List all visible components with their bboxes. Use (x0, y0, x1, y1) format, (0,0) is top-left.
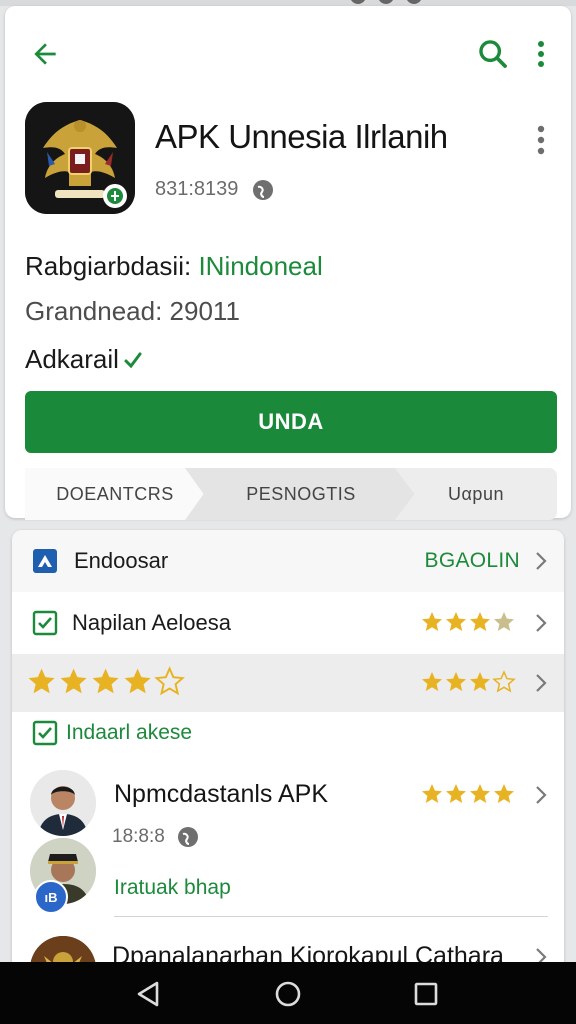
checkbox-icon (32, 610, 58, 636)
globe-icon (177, 827, 198, 847)
list-row-right-label: BGAOLIN (424, 549, 520, 572)
tab-details[interactable]: DOEANTCRS (25, 468, 205, 520)
list-row-napilan[interactable]: Napilan Aeloesa (12, 592, 564, 654)
user-badge: ıB (34, 880, 68, 914)
chevron-right-icon (536, 614, 547, 632)
list-row-label: Endoosar (74, 548, 169, 573)
size-line: Grandnead: 29011 (25, 296, 240, 326)
tab-permissions[interactable]: PESNOGTIS (185, 468, 417, 520)
nav-recents-icon (414, 982, 438, 1006)
developer-label: Rabgiarbdasii: (25, 251, 199, 281)
app-title: APK Unnesia Ilrlanih (155, 118, 448, 155)
developer-line: Rabgiarbdasii: INindoneal (25, 251, 323, 282)
arrow-back-icon (34, 43, 56, 65)
status-icons (350, 0, 422, 4)
list-row-endoosar[interactable]: Endoosar BGAOLIN (12, 530, 564, 592)
search-button[interactable] (473, 34, 513, 74)
nav-home-icon (275, 981, 301, 1007)
avatar[interactable] (30, 770, 96, 836)
more-vert-icon (538, 41, 544, 67)
app-meta-text: 831:8139 (155, 178, 239, 200)
rating-stars-large (26, 666, 190, 703)
star-rating-icon (422, 612, 514, 631)
chevron-right-icon (536, 552, 547, 570)
review-title: Npmcdastanls APK (114, 780, 328, 808)
app-overflow-button[interactable] (527, 118, 555, 162)
nav-home-button[interactable] (268, 976, 308, 1012)
section-header: Indaarl akese (32, 720, 192, 746)
availability-line: Adkarail (25, 344, 143, 375)
nav-recents-button[interactable] (406, 976, 446, 1012)
system-nav-bar (0, 962, 576, 1024)
developer-link[interactable]: INindoneal (198, 251, 322, 281)
nav-back-button[interactable] (128, 976, 168, 1012)
app-meta: 831:8139 (155, 178, 274, 201)
tab-updates[interactable]: Uαpun (395, 468, 557, 520)
info-list-card: Endoosar BGAOLIN Napilan Aeloesa Indaarl… (12, 530, 564, 970)
section-header-label: Indaarl akese (66, 721, 193, 744)
chevron-right-icon[interactable] (534, 784, 548, 806)
list-row-ratings[interactable] (12, 654, 564, 712)
app-details-card: APK Unnesia Ilrlanih 831:8139 Rabgiarbda… (5, 6, 571, 520)
app-icon (25, 102, 135, 214)
verified-badge (103, 184, 127, 208)
shield-icon (107, 188, 123, 204)
star-rating-icon (422, 784, 514, 803)
rating-stars (420, 782, 516, 811)
check-icon (124, 352, 142, 368)
divider (114, 916, 548, 917)
user-avatar-icon (30, 770, 96, 836)
checkbox-icon (32, 720, 58, 746)
availability-label: Adkarail (25, 344, 119, 374)
star-rating-icon (28, 666, 185, 696)
more-vert-icon (537, 125, 545, 155)
nav-back-icon (137, 981, 159, 1007)
rating-stars (420, 670, 516, 699)
star-rating-icon (422, 670, 516, 693)
back-button[interactable] (25, 34, 65, 74)
app-square-icon (33, 549, 57, 573)
review-link[interactable]: Iratuak bhap (114, 876, 231, 900)
globe-icon (253, 179, 274, 200)
install-button[interactable]: UNDA (25, 391, 557, 453)
rating-stars (420, 610, 516, 639)
review-time: 18:8:8 (112, 826, 165, 847)
list-row-label: Napilan Aeloesa (72, 610, 232, 635)
overflow-menu-button[interactable] (527, 34, 555, 74)
tab-bar: DOEANTCRS PESNOGTIS Uαpun (25, 468, 557, 520)
search-icon (479, 40, 507, 68)
chevron-right-icon (536, 674, 547, 692)
review-meta: 18:8:8 (112, 826, 199, 848)
